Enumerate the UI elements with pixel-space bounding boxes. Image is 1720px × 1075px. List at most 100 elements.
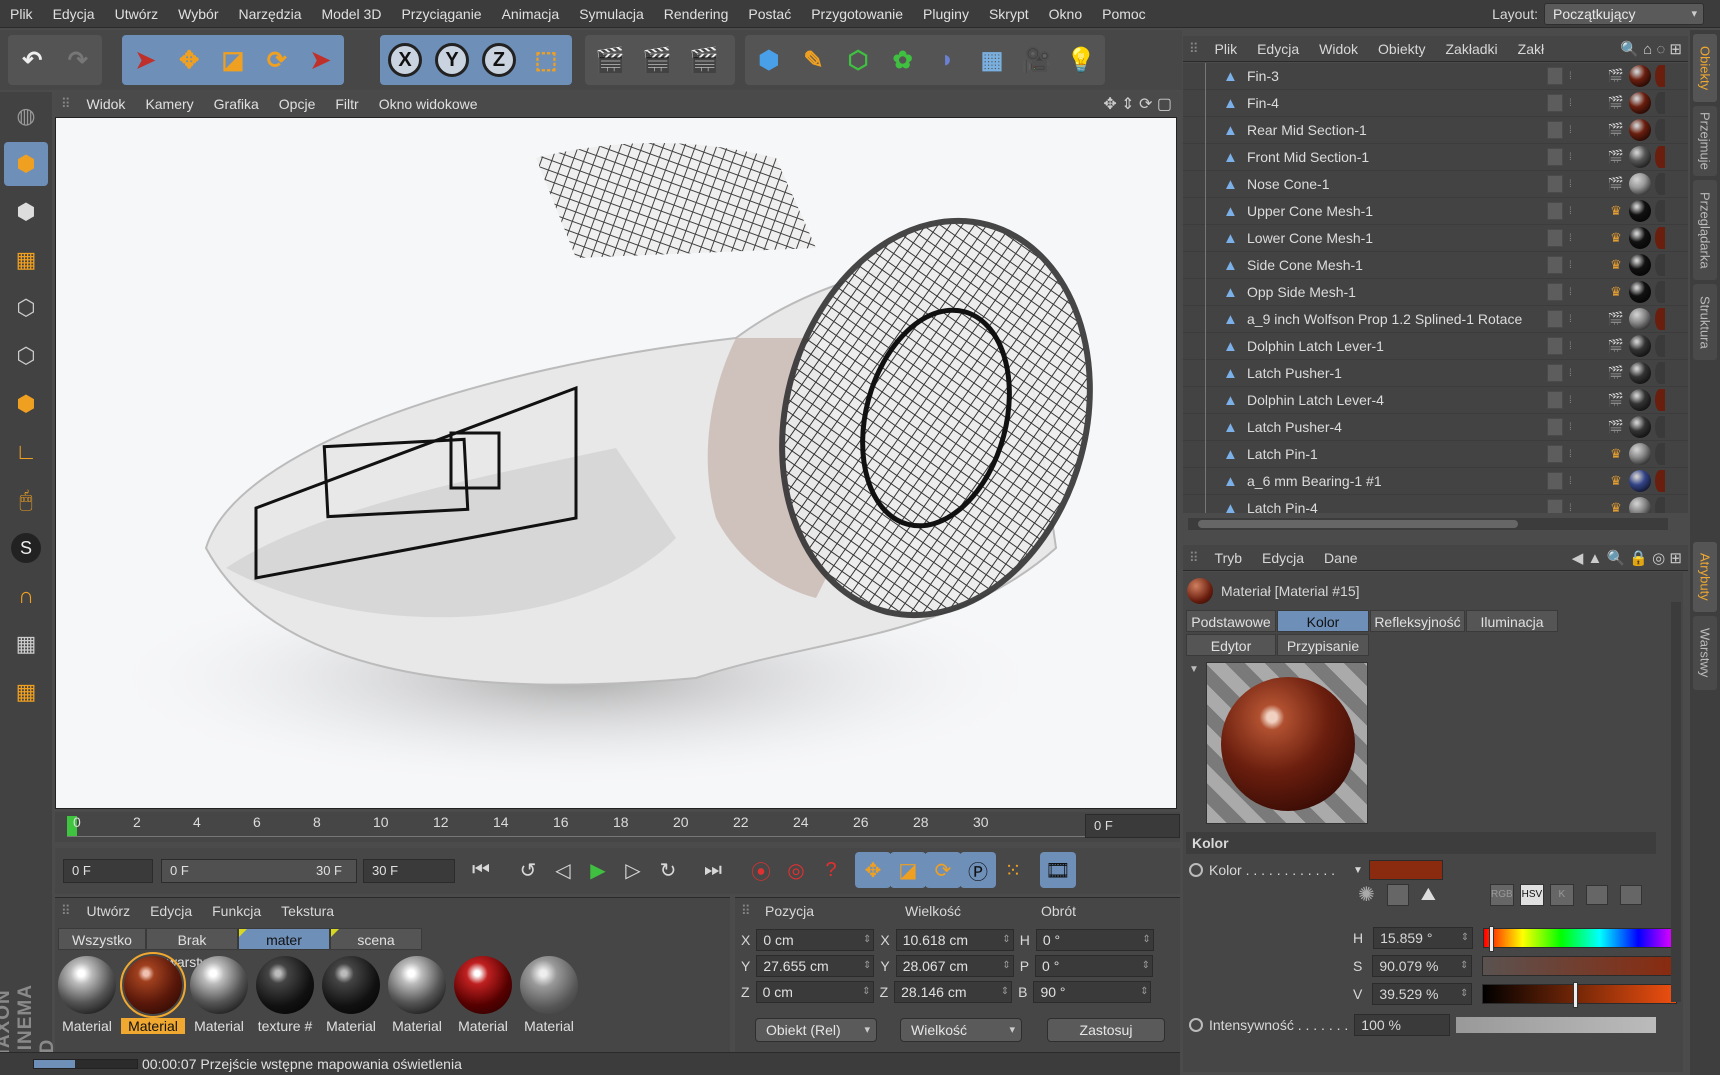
menu-item[interactable]: Pluginy — [913, 0, 979, 28]
visibility-dots-icon[interactable]: ⁞ — [1569, 314, 1572, 325]
spectrum-icon[interactable] — [1386, 883, 1409, 906]
solo-button[interactable]: S — [4, 526, 48, 570]
visibility-toggle[interactable] — [1547, 364, 1563, 382]
attribute-menu-item[interactable]: Tryb — [1205, 545, 1252, 571]
visibility-dots-icon[interactable]: ⁞ — [1569, 476, 1572, 487]
visibility-dots-icon[interactable]: ⁞ — [1569, 152, 1572, 163]
object-menu-item[interactable]: Edycja — [1247, 36, 1309, 62]
object-list-scrollbar[interactable] — [1188, 518, 1668, 530]
color-mode-button[interactable]: K — [1549, 883, 1574, 906]
material-tag-icon[interactable] — [1629, 227, 1651, 249]
object-row[interactable]: ▲ Front Mid Section-1 ⁞ 🎬 — [1183, 144, 1688, 171]
material-tag-icon[interactable] — [1655, 200, 1665, 222]
go-to-start-button[interactable]: ⏮ — [463, 852, 499, 888]
takes-tab[interactable]: Przejmuje — [1693, 106, 1717, 176]
coordinate-field[interactable]: 0 ° — [1035, 929, 1154, 951]
visibility-toggle[interactable] — [1547, 256, 1563, 274]
visibility-toggle[interactable] — [1547, 121, 1563, 139]
browser-tab[interactable]: Przeglądarka — [1693, 180, 1717, 280]
visibility-dots-icon[interactable]: ⁞ — [1569, 395, 1572, 406]
x-axis-button[interactable]: X — [383, 38, 427, 82]
texture-mode-button[interactable]: ⬢ — [4, 190, 48, 234]
v-knob[interactable] — [1573, 982, 1579, 1008]
coordinate-field[interactable]: 28.146 cm — [894, 981, 1013, 1003]
scrollbar-thumb[interactable] — [1198, 520, 1518, 528]
cloner-button[interactable]: ✿ — [882, 38, 924, 82]
visibility-dots-icon[interactable]: ⁞ — [1569, 368, 1572, 379]
material-tag-icon[interactable] — [1655, 65, 1665, 87]
object-menu-item[interactable]: Plik — [1205, 36, 1248, 62]
mixer-icon[interactable] — [1585, 884, 1608, 905]
material-tag-icon[interactable] — [1655, 416, 1665, 438]
object-row[interactable]: ▲ Latch Pusher-1 ⁞ 🎬 — [1183, 360, 1688, 387]
material-menu-item[interactable]: Funkcja — [202, 898, 271, 924]
tag-icon[interactable]: 🎬 — [1606, 390, 1626, 410]
next-key-button[interactable]: ↻ — [650, 852, 686, 888]
menu-item[interactable]: Pomoc — [1092, 0, 1156, 28]
attribute-tab[interactable]: Edytor — [1186, 634, 1276, 656]
material-tag-icon[interactable] — [1629, 119, 1651, 141]
material-item[interactable]: Material — [385, 954, 449, 1038]
coordinate-field[interactable]: 0 ° — [1035, 955, 1154, 977]
attribute-menu-item[interactable]: Dane — [1314, 545, 1367, 571]
v-slider[interactable] — [1482, 982, 1678, 1008]
attribute-tab[interactable]: Przypisanie — [1277, 634, 1369, 656]
viewport-nav-icons[interactable]: ✥ ⇕ ⟳ ▢ — [1103, 94, 1180, 114]
material-tag-icon[interactable] — [1629, 173, 1651, 195]
timeline[interactable]: 0 2 4 6 8 10 12 14 16 18 20 22 24 26 28 30 0 F — [55, 812, 1180, 842]
visibility-toggle[interactable] — [1547, 499, 1563, 513]
visibility-dots-icon[interactable]: ⁞ — [1569, 179, 1572, 190]
visibility-dots-icon[interactable]: ⁞ — [1569, 260, 1572, 271]
record-button[interactable]: ⦿ — [743, 852, 779, 888]
v-field[interactable]: 39.529 % — [1372, 983, 1473, 1005]
h-knob[interactable] — [1489, 926, 1495, 952]
material-tag-icon[interactable] — [1629, 281, 1651, 303]
model-mode-button[interactable]: ⬢ — [4, 142, 48, 186]
h-slider[interactable] — [1483, 926, 1679, 952]
deformer-button[interactable]: ◗ — [927, 38, 969, 82]
material-tag-icon[interactable] — [1629, 92, 1651, 114]
camera-button[interactable]: 🎥 — [1016, 38, 1058, 82]
timeline-window-button[interactable]: 🎞 — [1040, 852, 1076, 888]
viewport-menu-item[interactable]: Filtr — [325, 92, 368, 116]
visibility-toggle[interactable] — [1547, 175, 1563, 193]
object-row[interactable]: ▲ Dolphin Latch Lever-4 ⁞ 🎬 — [1183, 387, 1688, 414]
undo-button[interactable]: ↶ — [11, 38, 54, 82]
visibility-dots-icon[interactable]: ⁞ — [1569, 71, 1572, 82]
prev-frame-button[interactable]: ◁ — [545, 852, 581, 888]
object-row[interactable]: ▲ Latch Pin-4 ⁞ ♛ — [1183, 495, 1688, 513]
material-tag-icon[interactable] — [1655, 443, 1665, 465]
tag-icon[interactable]: 🎬 — [1606, 417, 1626, 437]
viewport-menu-item[interactable]: Kamery — [135, 92, 203, 116]
polygons-mode-button[interactable]: ⬢ — [4, 382, 48, 426]
material-tab[interactable]: Brak warstwy — [146, 928, 238, 970]
menu-item[interactable]: Model 3D — [312, 0, 392, 28]
material-tab[interactable]: Wszystko — [58, 928, 146, 950]
material-tag-icon[interactable] — [1629, 497, 1651, 513]
material-tag-icon[interactable] — [1629, 443, 1651, 465]
tag-icon[interactable]: ♛ — [1606, 255, 1626, 275]
move-tool-button[interactable]: ✥ — [169, 38, 210, 82]
visibility-toggle[interactable] — [1547, 229, 1563, 247]
h-field[interactable]: 15.859 ° — [1373, 927, 1474, 949]
visibility-dots-icon[interactable]: ⁞ — [1569, 503, 1572, 514]
size-mode-dropdown[interactable]: Wielkość — [900, 1018, 1022, 1042]
material-menu-item[interactable]: Edycja — [140, 898, 202, 924]
tag-icon[interactable]: 🎬 — [1606, 66, 1626, 86]
preview-range-slider[interactable]: 0 F 30 F — [161, 859, 357, 883]
menu-item[interactable]: Plik — [0, 0, 43, 28]
key-scale-button[interactable]: ◪ — [890, 852, 926, 888]
animate-radio-icon[interactable] — [1189, 1018, 1203, 1032]
coord-mode-dropdown[interactable]: Obiekt (Rel) — [755, 1018, 877, 1042]
tag-icon[interactable]: 🎬 — [1606, 174, 1626, 194]
coordinate-field[interactable]: 90 ° — [1033, 981, 1152, 1003]
collapse-icon[interactable]: ▼ — [1189, 664, 1199, 675]
viewport-menu-item[interactable]: Opcje — [269, 92, 326, 116]
autokey-button[interactable]: ◎ — [778, 852, 814, 888]
material-tag-icon[interactable] — [1655, 92, 1665, 114]
tag-icon[interactable]: 🎬 — [1606, 309, 1626, 329]
object-row[interactable]: ▲ Lower Cone Mesh-1 ⁞ ♛ — [1183, 225, 1688, 252]
object-row[interactable]: ▲ Latch Pusher-4 ⁞ 🎬 — [1183, 414, 1688, 441]
render-view-button[interactable]: 🎬 — [588, 38, 632, 82]
tweak-mode-button[interactable]: 🖱 — [4, 478, 48, 522]
